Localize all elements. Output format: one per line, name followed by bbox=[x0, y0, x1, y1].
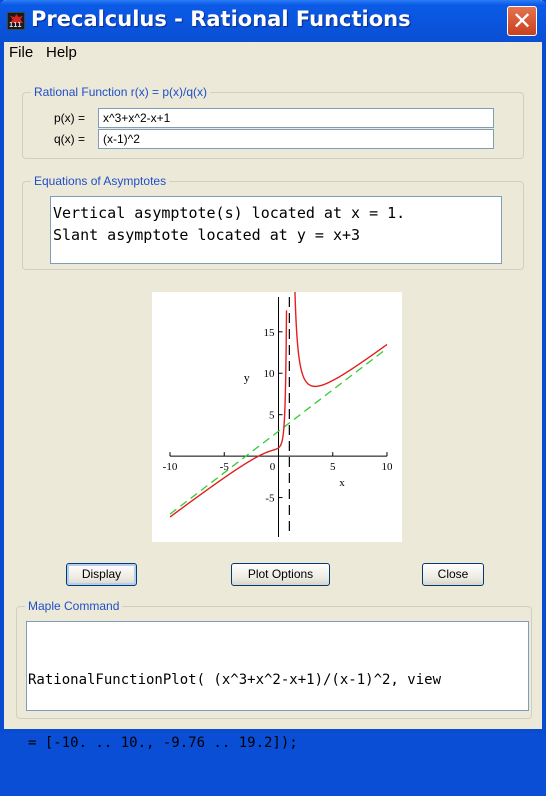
maple-command-line-2: = [-10. .. 10., -9.76 .. 19.2]); bbox=[28, 735, 298, 751]
q-input[interactable]: (x-1)^2 bbox=[98, 129, 494, 149]
asymptotes-output: Vertical asymptote(s) located at x = 1. … bbox=[50, 196, 502, 264]
plot-svg: -10 -5 0 5 10 -5 5 10 15 x y bbox=[163, 280, 394, 537]
function-plot: -10 -5 0 5 10 -5 5 10 15 x y bbox=[152, 280, 402, 542]
x-tick-label: -5 bbox=[220, 461, 230, 473]
plot-options-button[interactable]: Plot Options bbox=[231, 563, 330, 586]
maple-command-output[interactable]: RationalFunctionPlot( (x^3+x^2-x+1)/(x-1… bbox=[26, 621, 529, 751]
close-button[interactable]: Close bbox=[422, 563, 484, 586]
x-tick-label: 10 bbox=[382, 461, 394, 473]
display-button[interactable]: Display bbox=[66, 563, 137, 586]
y-axis-label: y bbox=[244, 371, 250, 385]
y-tick-label: 15 bbox=[264, 327, 276, 339]
menu-help[interactable]: Help bbox=[46, 44, 77, 61]
window-title: Precalculus - Rational Functions bbox=[31, 7, 411, 31]
q-label: q(x) = bbox=[54, 132, 86, 146]
x-axis-label: x bbox=[339, 477, 345, 489]
menu-bar: File Help bbox=[4, 42, 542, 64]
p-label: p(x) = bbox=[54, 111, 86, 125]
maple-command-legend: Maple Command bbox=[28, 599, 120, 613]
maple-leaf-icon: 111 bbox=[7, 12, 25, 30]
y-tick-label: -5 bbox=[265, 493, 275, 505]
title-bar[interactable]: 111 Precalculus - Rational Functions ✕ bbox=[0, 0, 546, 42]
p-input[interactable]: x^3+x^2-x+1 bbox=[98, 108, 494, 128]
app-window: 111 Precalculus - Rational Functions ✕ F… bbox=[0, 0, 546, 751]
rational-function-curve-right bbox=[293, 280, 388, 388]
asymptotes-legend: Equations of Asymptotes bbox=[34, 174, 167, 188]
rational-function-legend: Rational Function r(x) = p(x)/q(x) bbox=[34, 85, 208, 99]
asymptote-vertical: Vertical asymptote(s) located at x = 1. bbox=[53, 204, 406, 222]
x-tick-label: 0 bbox=[270, 461, 276, 473]
y-tick-label: 5 bbox=[269, 410, 275, 422]
x-tick-label: -10 bbox=[163, 461, 178, 473]
asymptote-slant: Slant asymptote located at y = x+3 bbox=[53, 226, 361, 244]
maple-command-line-1: RationalFunctionPlot( (x^3+x^2-x+1)/(x-1… bbox=[28, 672, 442, 688]
x-tick-label: 5 bbox=[330, 461, 336, 473]
y-tick-label: 10 bbox=[264, 368, 276, 380]
menu-file[interactable]: File bbox=[9, 44, 33, 61]
window-close-icon[interactable]: ✕ bbox=[507, 6, 537, 36]
